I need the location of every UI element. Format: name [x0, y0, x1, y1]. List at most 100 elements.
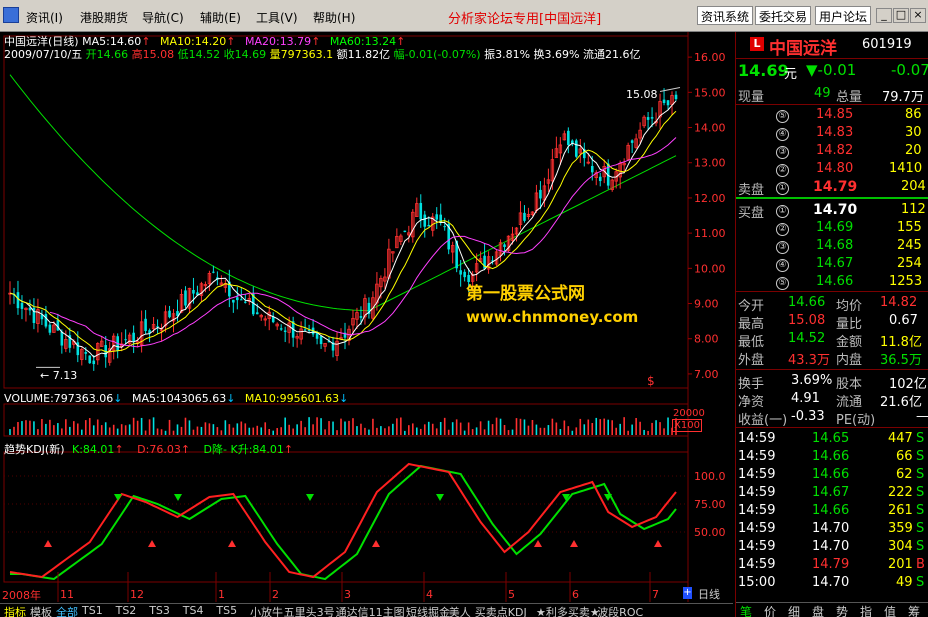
menu-navigate[interactable]: 导航(C) — [142, 9, 184, 26]
candle-body — [144, 318, 147, 332]
indicator-tab[interactable]: ★利多买卖★ — [536, 604, 600, 617]
sell-level-row: ④ 14.83 30 — [736, 124, 928, 142]
trade-button[interactable]: 委托交易 — [755, 6, 812, 25]
sell1-label: 卖盘 — [738, 183, 765, 198]
watermark-title: 第一股票公式网 — [466, 284, 585, 304]
tick-price: 14.70 — [812, 521, 850, 536]
tick-row: 14:59 14.66 261 S — [736, 502, 928, 520]
candle-body — [20, 302, 24, 309]
buy-level-row: ④ 14.67 254 — [736, 255, 928, 273]
candle-body — [630, 140, 634, 143]
tick-row: 14:59 14.67 222 S — [736, 484, 928, 502]
candle-body — [212, 271, 215, 273]
candle-body — [463, 271, 466, 278]
indicator-tab[interactable]: 小放牛 — [250, 604, 283, 617]
stat-value: 0.67 — [889, 313, 918, 328]
float-label: 流通21.6亿 — [582, 48, 641, 61]
menu-hk-futures[interactable]: 港股期货 — [80, 9, 128, 26]
indicator-tab[interactable]: 指标 — [4, 604, 26, 617]
stat-value: 36.5万 — [880, 353, 922, 368]
high-marker-arrow — [659, 87, 681, 92]
price-tick-label: 11.00 — [694, 227, 726, 240]
menu-assist[interactable]: 辅助(E) — [200, 9, 241, 26]
indicator-tab[interactable]: TS4 — [183, 604, 204, 617]
kdj-tick-label: 75.00 — [694, 498, 726, 511]
quote-tab[interactable]: 细 — [788, 603, 800, 617]
kdj-d: D:76.03 — [137, 443, 181, 456]
dollar-signal-icon: $ — [647, 374, 655, 388]
candle-body — [503, 244, 506, 248]
stat-value: 3.69% — [791, 373, 833, 388]
candle-body — [240, 299, 243, 301]
info-system-button[interactable]: 资讯系统 — [697, 6, 754, 25]
quote-tab[interactable]: 价 — [764, 603, 776, 617]
indicator-tab[interactable]: 全部 — [56, 604, 78, 617]
vol-axis-label: 20000 — [673, 408, 705, 419]
chart-area[interactable]: 7.00 8.00 9.00 10.00 11.00 12.00 13.00 14.00 15.… — [0, 32, 733, 602]
buy-signal-arrow-icon — [372, 540, 380, 547]
indicator-tab[interactable]: 通达信11主图 — [336, 604, 405, 617]
forum-button[interactable]: 用户论坛 — [815, 6, 872, 25]
kdj-title: 趋势KDJ(新) — [4, 443, 65, 456]
month-label: 6 — [572, 588, 579, 601]
quote-tab[interactable]: 指 — [860, 603, 872, 617]
add-indicator-button[interactable]: + — [683, 587, 692, 599]
indicator-tab[interactable]: TS1 — [82, 604, 103, 617]
candle-body — [319, 336, 323, 345]
tick-price: 14.66 — [812, 503, 850, 518]
quote-tab[interactable]: 筹 — [908, 603, 920, 617]
buy-level-marker: ⑤ — [776, 274, 789, 290]
maximize-button[interactable]: □ — [893, 8, 909, 23]
kdj-k-line — [9, 462, 677, 579]
indicator-tab[interactable]: 模板 — [30, 604, 52, 617]
menu-news[interactable]: 资讯(I) — [26, 9, 63, 26]
price-tick-label: 12.00 — [694, 192, 726, 205]
slogan-text: 分析家论坛专用 — [448, 12, 540, 27]
volume-row: 现量 49 总量 79.7万 — [736, 85, 928, 105]
indicator-tab[interactable]: TS2 — [116, 604, 137, 617]
day-period-label[interactable]: 日线 — [698, 586, 720, 602]
stock-code: 601919 — [862, 37, 912, 52]
sell-price: 14.82 — [816, 143, 854, 158]
month-label: 12 — [130, 588, 144, 601]
menu-help[interactable]: 帮助(H) — [313, 9, 355, 26]
indicator-tab[interactable]: TS5 — [216, 604, 237, 617]
volume-label: 量797363.1 — [269, 48, 334, 61]
price-tick-label: 9.00 — [694, 298, 719, 311]
candle-body — [443, 226, 447, 228]
indicator-tab[interactable]: TS3 — [149, 604, 170, 617]
quote-tab[interactable]: 笔 — [740, 603, 752, 617]
indicator-tab[interactable]: 短线掘金 — [406, 604, 450, 617]
now-vol-label: 现量 — [738, 90, 765, 105]
indicator-tab[interactable]: 五里头3号 — [284, 604, 335, 617]
tick-price: 14.67 — [812, 485, 850, 500]
price-change-pct: -0.07 — [891, 61, 928, 79]
divider — [736, 58, 928, 59]
sell-volume: 1410 — [889, 161, 923, 176]
buy-signal-arrow-icon — [148, 540, 156, 547]
sell-level-number: ⑤ — [776, 110, 789, 123]
quote-tab[interactable]: 值 — [884, 603, 896, 617]
candle-body — [650, 117, 654, 119]
indicator-tab[interactable]: 美人 — [449, 604, 471, 617]
candle-body — [662, 99, 666, 103]
close-button[interactable]: × — [910, 8, 926, 23]
candle-body — [423, 214, 427, 227]
candle-body — [236, 297, 239, 301]
candle-body — [232, 299, 235, 303]
month-label: 5 — [508, 588, 515, 601]
minimize-button[interactable]: _ — [876, 8, 892, 23]
vol-ma5: MA5:1043065.63 — [131, 392, 227, 405]
sell-level-marker: ② — [776, 161, 789, 177]
quote-tab[interactable]: 势 — [836, 603, 848, 617]
menu-tools[interactable]: 工具(V) — [256, 9, 298, 26]
price-tick-label: 14.00 — [694, 122, 726, 135]
low-marker-value: 7.13 — [52, 369, 78, 382]
indicator-tab[interactable]: 买卖点KDJ — [475, 604, 527, 617]
quote-tab[interactable]: 盘 — [812, 603, 824, 617]
buy1-row: 买盘 ① 14.70 112 — [736, 201, 928, 221]
candle-body — [666, 100, 670, 106]
sell-price: 14.83 — [816, 125, 854, 140]
app-icon[interactable] — [3, 7, 19, 23]
indicator-tab[interactable]: 波段ROC — [597, 604, 643, 617]
